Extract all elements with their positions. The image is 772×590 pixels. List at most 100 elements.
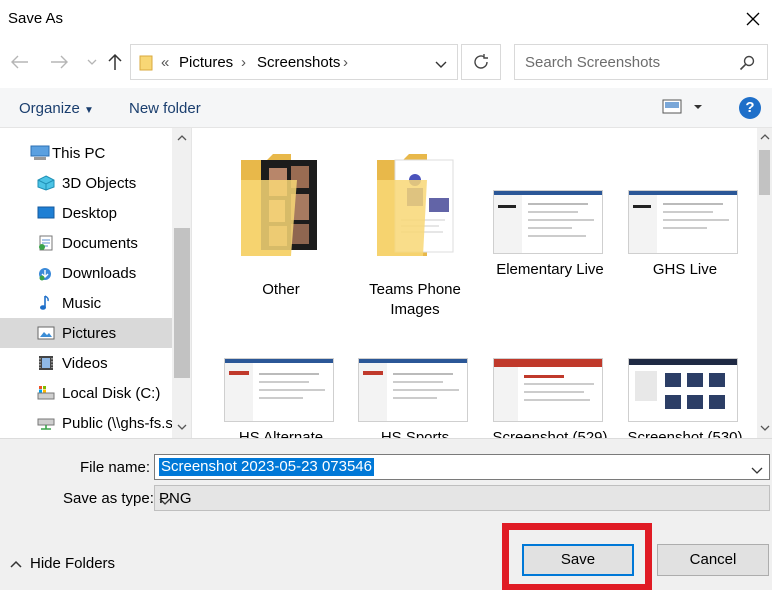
scroll-down-arrow-icon[interactable] — [177, 424, 187, 430]
search-icon — [739, 55, 755, 75]
hide-folders-button[interactable]: Hide Folders — [10, 555, 115, 572]
help-icon[interactable]: ? — [739, 97, 761, 119]
file-item-label: Screenshot (530) — [627, 429, 743, 438]
chevron-down-icon[interactable] — [751, 462, 763, 479]
sidebar-item-documents[interactable]: Documents — [0, 228, 172, 258]
documents-icon — [37, 235, 55, 251]
cube-icon — [37, 175, 55, 191]
image-thumbnail — [628, 190, 738, 254]
sidebar-item-label: Videos — [62, 355, 108, 372]
sidebar-item-pictures[interactable]: Pictures — [0, 318, 172, 348]
music-note-icon — [37, 295, 55, 311]
pictures-icon — [37, 325, 55, 341]
save-form: File name: Screenshot 2023-05-23 073546 … — [0, 438, 772, 590]
drive-icon — [37, 385, 55, 401]
save-as-type-select[interactable]: PNG — [154, 485, 770, 511]
navigation-pane: This PC 3D Objects Desktop Documents Dow… — [0, 128, 192, 438]
image-thumbnail — [224, 358, 334, 422]
change-view-icon[interactable] — [662, 99, 706, 119]
chevron-up-icon — [10, 555, 22, 572]
file-name-input[interactable]: Screenshot 2023-05-23 073546 — [154, 454, 770, 480]
title-bar: Save As — [0, 0, 772, 38]
sidebar-item-local-disk[interactable]: Local Disk (C:) — [0, 378, 172, 408]
sidebar-item-label: Music — [62, 295, 102, 312]
file-item-label: HS Sports — [380, 429, 450, 438]
file-item-elementary-live[interactable]: Elementary Live — [486, 148, 614, 298]
file-list: Other Teams Phone Images Elementary Live — [192, 128, 757, 438]
sidebar-item-label: 3D Objects — [62, 175, 137, 192]
address-bar[interactable]: « Pictures › Screenshots › — [130, 44, 458, 80]
image-thumbnail — [358, 358, 468, 422]
hide-folders-label: Hide Folders — [30, 555, 116, 572]
film-icon — [37, 355, 55, 371]
sidebar-item-downloads[interactable]: Downloads — [0, 258, 172, 288]
breadcrumb-separator-icon[interactable]: › — [241, 54, 246, 71]
computer-icon — [30, 145, 50, 161]
up-arrow-icon[interactable] — [103, 50, 127, 74]
sidebar-item-3d-objects[interactable]: 3D Objects — [0, 168, 172, 198]
back-arrow-icon[interactable] — [8, 50, 32, 74]
caret-down-icon: ▼ — [84, 105, 94, 116]
close-icon[interactable] — [738, 4, 768, 34]
command-toolbar: Organize ▼ New folder ? — [0, 88, 772, 128]
sidebar-item-label: Local Disk (C:) — [62, 385, 161, 402]
image-thumbnail — [628, 358, 738, 422]
breadcrumb-separator-icon[interactable]: › — [343, 54, 348, 71]
file-item-screenshot-530[interactable]: Screenshot (530) — [621, 338, 749, 438]
sidebar-item-music[interactable]: Music — [0, 288, 172, 318]
address-dropdown-chevron-icon[interactable] — [435, 56, 447, 73]
new-folder-button[interactable]: New folder — [129, 100, 201, 117]
sidebar-scroll-thumb[interactable] — [174, 228, 190, 378]
scroll-up-arrow-icon[interactable] — [760, 134, 770, 140]
file-item-teams-phone-images[interactable]: Teams Phone Images — [351, 148, 479, 318]
file-item-label: Other — [262, 281, 300, 298]
file-item-label: HS Alternate — [238, 429, 324, 438]
search-placeholder: Search Screenshots — [525, 54, 661, 71]
file-item-other[interactable]: Other — [217, 148, 345, 298]
chevron-down-icon[interactable] — [159, 493, 763, 510]
file-item-hs-alternate[interactable]: HS Alternate — [217, 338, 345, 438]
sidebar-item-public-network[interactable]: Public (\\ghs-fs.s — [0, 408, 173, 438]
forward-arrow-icon[interactable] — [47, 50, 71, 74]
sidebar-item-label: This PC — [52, 145, 106, 162]
organize-label: Organize — [19, 100, 80, 117]
scroll-down-arrow-icon[interactable] — [760, 425, 770, 431]
breadcrumb-overflow[interactable]: « — [161, 54, 169, 71]
save-button[interactable]: Save — [522, 544, 634, 576]
file-item-label: GHS Live — [652, 261, 718, 278]
file-item-screenshot-529[interactable]: Screenshot (529) — [486, 338, 614, 438]
cancel-button[interactable]: Cancel — [657, 544, 769, 576]
sidebar-item-label: Desktop — [62, 205, 118, 222]
navigation-bar: « Pictures › Screenshots › Search Screen… — [0, 38, 772, 88]
network-drive-icon — [37, 415, 55, 431]
search-input[interactable]: Search Screenshots — [514, 44, 768, 80]
file-name-value[interactable]: Screenshot 2023-05-23 073546 — [159, 458, 374, 476]
sidebar-item-this-pc[interactable]: This PC — [0, 138, 172, 168]
recent-locations-chevron-icon[interactable] — [80, 50, 104, 74]
file-list-scroll-thumb[interactable] — [759, 150, 770, 195]
file-item-hs-sports[interactable]: HS Sports — [351, 338, 479, 438]
file-item-label: Screenshot (529) — [492, 429, 608, 438]
sidebar-item-videos[interactable]: Videos — [0, 348, 172, 378]
file-item-label: Teams Phone Images — [369, 281, 461, 318]
file-list-scrollbar[interactable] — [757, 128, 772, 438]
folder-icon — [139, 55, 153, 75]
breadcrumb-pictures[interactable]: Pictures — [179, 54, 233, 71]
file-name-label: File name: — [80, 459, 151, 476]
image-thumbnail — [493, 358, 603, 422]
save-as-type-label: Save as type: — [63, 490, 154, 507]
desktop-icon — [37, 205, 55, 221]
file-item-label: Elementary Live — [496, 261, 604, 278]
breadcrumb-screenshots[interactable]: Screenshots — [257, 54, 340, 71]
refresh-icon[interactable] — [461, 44, 501, 80]
scroll-up-arrow-icon[interactable] — [177, 135, 187, 141]
image-thumbnail — [493, 190, 603, 254]
folder-icon — [241, 154, 317, 256]
file-item-ghs-live[interactable]: GHS Live — [621, 148, 749, 298]
sidebar-item-desktop[interactable]: Desktop — [0, 198, 172, 228]
sidebar-item-label: Documents — [62, 235, 138, 252]
organize-menu-button[interactable]: Organize ▼ — [19, 100, 94, 117]
sidebar-scrollbar[interactable] — [172, 128, 191, 438]
sidebar-item-label: Public (\\ghs-fs.s — [62, 415, 173, 432]
folder-icon — [377, 154, 454, 256]
